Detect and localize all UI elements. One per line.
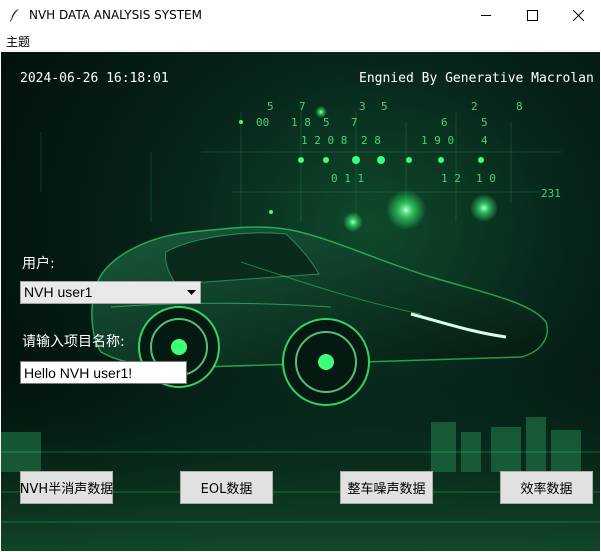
- user-select-value: NVH user1: [24, 284, 93, 300]
- menu-bar: 主题: [0, 30, 601, 51]
- svg-text:1 0: 1 0: [476, 172, 496, 185]
- svg-text:2: 2: [471, 100, 478, 113]
- user-select[interactable]: NVH user1: [20, 281, 201, 304]
- close-button[interactable]: [555, 0, 601, 30]
- close-icon: [572, 9, 584, 21]
- svg-text:1 8: 1 8: [291, 116, 311, 129]
- svg-text:1 2: 1 2: [441, 172, 461, 185]
- datetime-display: 2024-06-26 16:18:01: [20, 71, 169, 86]
- svg-text:7: 7: [351, 116, 358, 129]
- svg-text:4: 4: [481, 134, 488, 147]
- svg-text:5: 5: [481, 116, 488, 129]
- svg-text:5: 5: [267, 100, 274, 113]
- project-name-input[interactable]: [20, 361, 187, 384]
- svg-text:00: 00: [256, 116, 269, 129]
- svg-text:5: 5: [381, 100, 388, 113]
- dropdown-arrow-icon[interactable]: [184, 283, 199, 302]
- svg-text:0 1 1: 0 1 1: [331, 172, 364, 185]
- main-canvas: 573528 00 1 85765 1 2 0 82 81 9 04 0 1 11…: [1, 52, 600, 551]
- maximize-icon: [526, 9, 538, 21]
- minimize-button[interactable]: [463, 0, 509, 30]
- svg-text:231: 231: [541, 187, 561, 200]
- svg-text:6: 6: [441, 116, 448, 129]
- eol-data-button[interactable]: EOL数据: [180, 471, 273, 504]
- svg-text:3: 3: [359, 100, 366, 113]
- credit-text: Engnied By Generative Macrolan: [359, 71, 594, 86]
- maximize-button[interactable]: [509, 0, 555, 30]
- menu-item-theme[interactable]: 主题: [6, 33, 30, 50]
- svg-text:8: 8: [516, 100, 523, 113]
- window-title: NVH DATA ANALYSIS SYSTEM: [29, 8, 202, 22]
- svg-text:1 2 0 8: 1 2 0 8: [301, 134, 347, 147]
- vehicle-noise-data-button[interactable]: 整车噪声数据: [340, 471, 433, 504]
- svg-text:2 8: 2 8: [361, 134, 381, 147]
- minimize-icon: [480, 14, 491, 16]
- project-label: 请输入项目名称:: [22, 334, 125, 350]
- svg-text:7: 7: [299, 100, 306, 113]
- svg-text:1 9 0: 1 9 0: [421, 134, 454, 147]
- title-bar: NVH DATA ANALYSIS SYSTEM: [0, 0, 601, 30]
- svg-text:5: 5: [323, 116, 330, 129]
- user-label: 用户:: [22, 256, 55, 272]
- feather-icon: [9, 9, 19, 22]
- nvh-anechoic-data-button[interactable]: NVH半消声数据: [20, 471, 113, 504]
- efficiency-data-button[interactable]: 效率数据: [500, 471, 593, 504]
